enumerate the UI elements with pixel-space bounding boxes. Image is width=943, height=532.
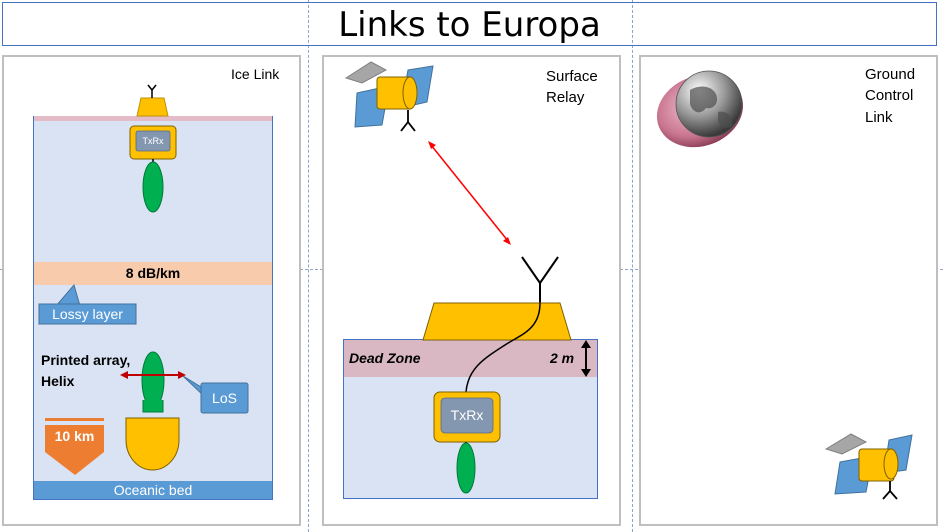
satellite-icon bbox=[824, 433, 913, 500]
globe-icon bbox=[656, 70, 744, 148]
ground-control-drawing bbox=[656, 70, 913, 500]
